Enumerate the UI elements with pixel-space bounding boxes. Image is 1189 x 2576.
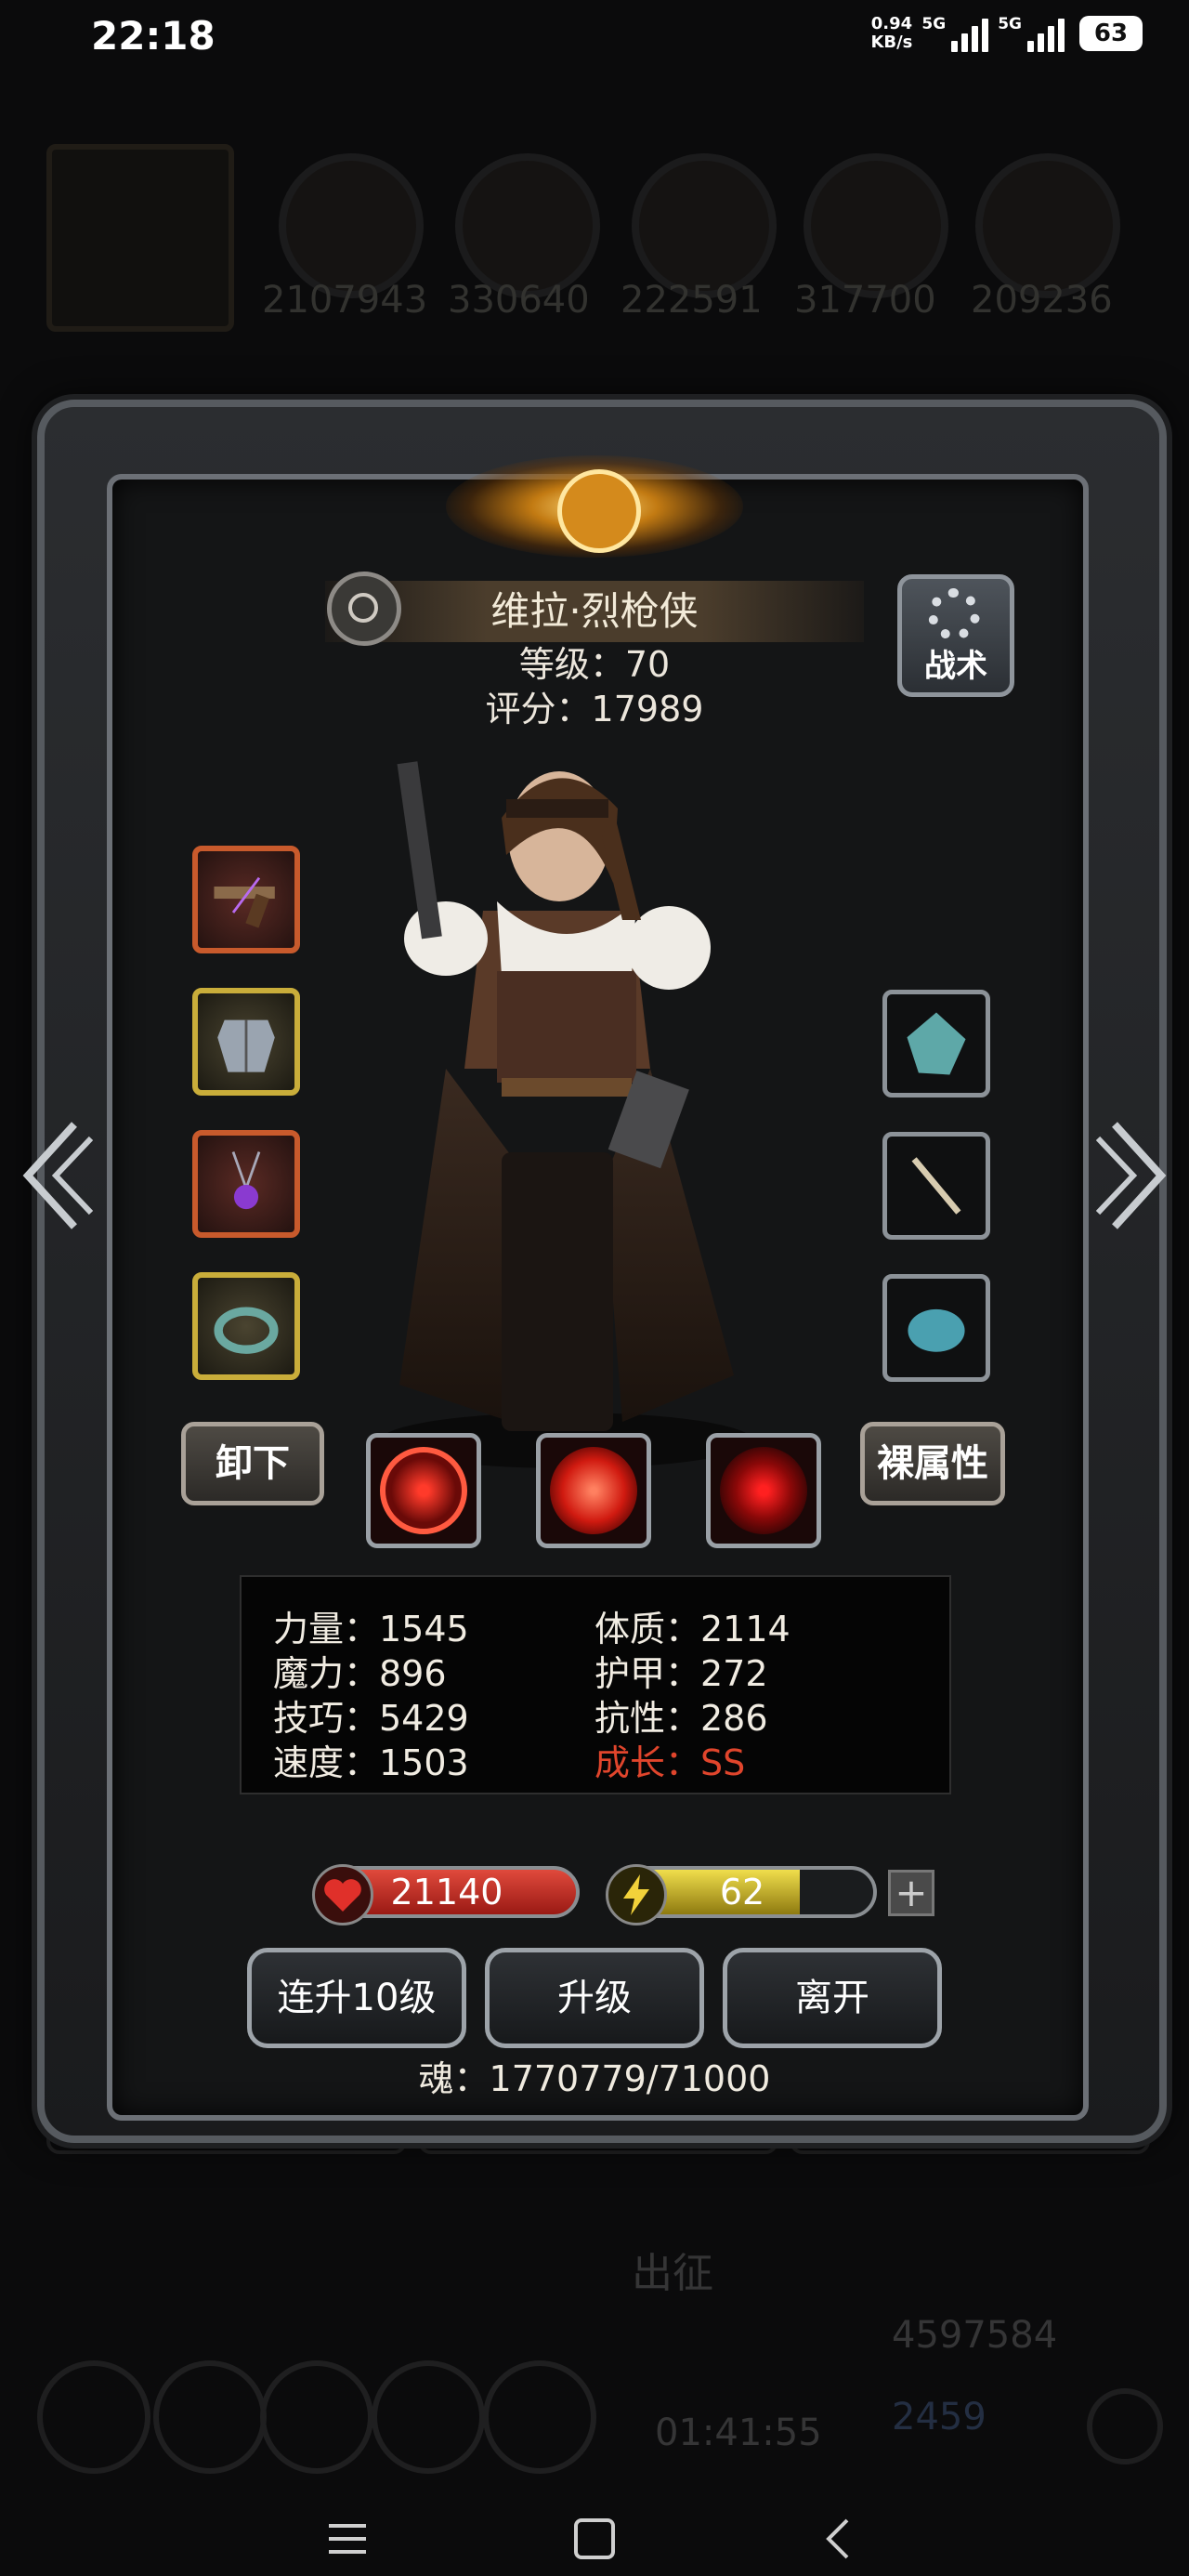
resource-value: 222591	[621, 279, 763, 322]
crosshair-skill-icon	[720, 1447, 807, 1534]
amulet-slot[interactable]	[192, 1130, 300, 1238]
menu-icon	[153, 2360, 267, 2474]
amulet-icon	[207, 1145, 285, 1223]
tactics-button[interactable]: 战术	[897, 574, 1014, 697]
add-icon	[1087, 2388, 1163, 2464]
ring-slot[interactable]	[192, 1272, 300, 1380]
base-stats-button[interactable]: 裸属性	[860, 1422, 1005, 1505]
leave-button[interactable]: 离开	[723, 1948, 942, 2048]
resource-value: 317700	[794, 279, 936, 322]
gear-icon	[928, 588, 980, 640]
stat-skill: 技巧：5429	[273, 1698, 469, 1739]
pistol-icon	[207, 861, 285, 939]
system-nav-bar	[0, 2500, 1189, 2576]
hero-name: 维拉·烈枪侠	[490, 588, 699, 634]
resource-value: 2107943	[262, 279, 428, 322]
timer: 01:41:55	[655, 2412, 822, 2454]
stat-constitution: 体质：2114	[594, 1609, 790, 1649]
resource-icon	[975, 153, 1120, 298]
hero-portrait	[381, 761, 752, 1468]
gold-value: 4597584	[892, 2314, 1058, 2357]
deploy-label: 出征	[632, 2250, 713, 2297]
stat-strength: 力量：1545	[273, 1609, 469, 1649]
next-hero-arrow[interactable]	[1096, 1115, 1170, 1236]
menu-icon	[372, 2360, 485, 2474]
level-up-button[interactable]: 升级	[485, 1948, 704, 2048]
ring-icon	[207, 1287, 285, 1365]
armor-icon	[207, 1003, 285, 1081]
vortex-skill-icon	[550, 1447, 637, 1534]
bone-icon	[896, 1146, 976, 1226]
stone-slot[interactable]	[882, 1274, 990, 1382]
soul-counter: 魂：1770779/71000	[418, 2058, 771, 2099]
player-portrait	[46, 144, 234, 332]
resource-value: 330640	[448, 279, 590, 322]
stone-icon	[896, 1288, 976, 1368]
stat-armor: 护甲：272	[594, 1653, 768, 1694]
gem-value: 2459	[892, 2396, 986, 2438]
resource-value: 209236	[971, 279, 1113, 322]
resource-icon	[279, 153, 424, 298]
stat-magic: 魔力：896	[273, 1653, 447, 1694]
menu-icon	[483, 2360, 596, 2474]
bone-slot[interactable]	[882, 1132, 990, 1240]
skill-slot[interactable]	[536, 1433, 651, 1548]
weapon-slot[interactable]	[192, 846, 300, 953]
hero-level: 等级：70	[518, 644, 671, 685]
skill-slot[interactable]	[366, 1433, 481, 1548]
menu-icon[interactable]	[325, 2517, 370, 2561]
menu-icon	[37, 2360, 150, 2474]
skill-slot[interactable]	[706, 1433, 821, 1548]
resource-icon	[804, 153, 948, 298]
target-skill-icon	[380, 1447, 467, 1534]
lightning-icon	[606, 1864, 667, 1925]
previous-hero-arrow[interactable]	[19, 1115, 93, 1236]
heart-icon	[312, 1864, 373, 1925]
level-up-10-button[interactable]: 连升10级	[247, 1948, 466, 2048]
gem-slot[interactable]	[882, 990, 990, 1097]
stat-growth: 成长：SS	[594, 1742, 746, 1783]
hero-score: 评分：17989	[485, 689, 704, 729]
crystal-icon	[896, 1004, 976, 1084]
stat-speed: 速度：1503	[273, 1742, 469, 1783]
resource-icon	[632, 153, 777, 298]
crest-icon	[557, 469, 641, 553]
stat-resistance: 抗性：286	[594, 1698, 768, 1739]
home-icon[interactable]	[572, 2517, 617, 2561]
back-icon[interactable]	[817, 2517, 862, 2561]
tactics-label: 战术	[924, 648, 987, 685]
add-energy-button[interactable]: +	[888, 1870, 934, 1916]
menu-icon	[260, 2360, 373, 2474]
armor-slot[interactable]	[192, 988, 300, 1096]
resource-icon	[455, 153, 600, 298]
unequip-button[interactable]: 卸下	[181, 1422, 324, 1505]
